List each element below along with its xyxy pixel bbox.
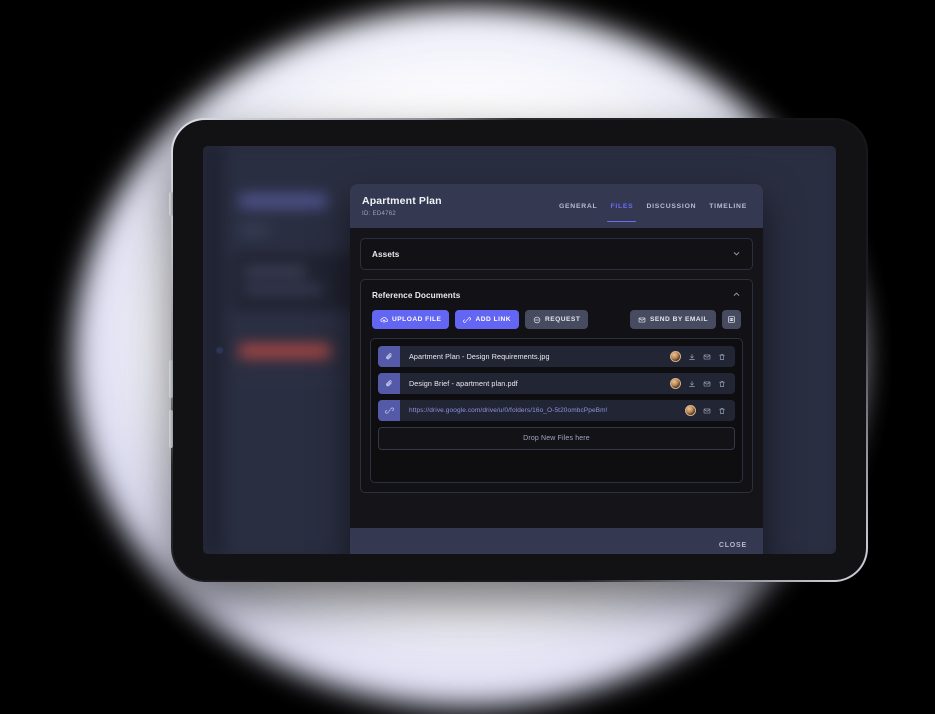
tablet-device: Apartment Plan ID: ED4762 GENERAL FILES … [169,118,868,582]
download-icon[interactable] [688,353,696,361]
record-id: ID: ED4762 [362,210,397,217]
tab-files[interactable]: FILES [607,184,637,228]
paperclip-icon [378,373,400,394]
row-actions [685,400,735,421]
tab-general[interactable]: GENERAL [559,184,597,228]
avatar[interactable] [670,351,681,362]
avatar[interactable] [685,405,696,416]
dialog-title-group: Apartment Plan ID: ED4762 [362,195,442,216]
file-name: Design Brief - apartment plan.pdf [409,379,518,388]
section-assets-title: Assets [372,249,400,259]
table-row[interactable]: Design Brief - apartment plan.pdf [378,373,735,394]
file-name: Apartment Plan - Design Requirements.jpg [409,352,550,361]
chevron-down-icon[interactable] [732,249,741,260]
send-by-email-button[interactable]: SEND BY EMAIL [629,310,716,329]
row-actions [670,373,735,394]
section-assets-header[interactable]: Assets [361,239,752,269]
tablet-volume-up-button [169,360,173,398]
tablet-power-button [169,192,173,216]
download-icon[interactable] [688,380,696,388]
envelope-icon[interactable] [703,380,711,388]
dialog-body: Assets Reference Documents UPLOAD FILE A… [350,228,763,528]
send-by-email-label: SEND BY EMAIL [649,316,708,323]
background-status-pill [239,344,331,358]
trash-icon[interactable] [718,353,726,361]
trash-icon[interactable] [718,380,726,388]
section-reference-documents-title: Reference Documents [372,290,461,300]
tab-timeline[interactable]: TIMELINE [709,184,747,228]
paperclip-icon [378,346,400,367]
avatar[interactable] [670,378,681,389]
close-button[interactable]: CLOSE [719,542,747,549]
dialog-header: Apartment Plan ID: ED4762 GENERAL FILES … [350,184,763,228]
envelope-icon[interactable] [703,407,711,415]
request-icon [533,316,541,324]
tablet-body: Apartment Plan ID: ED4762 GENERAL FILES … [169,120,866,580]
add-link-label: ADD LINK [475,316,511,323]
section-assets[interactable]: Assets [360,238,753,270]
tab-discussion[interactable]: DISCUSSION [646,184,696,228]
file-manager-dialog: Apartment Plan ID: ED4762 GENERAL FILES … [350,184,763,554]
file-link-url[interactable]: https://drive.google.com/drive/u/0/folde… [400,400,685,421]
background-text-line [239,226,269,234]
tablet-volume-down-button [169,410,173,448]
table-row[interactable]: Apartment Plan - Design Requirements.jpg [378,346,735,367]
page-title: Apartment Plan [362,195,442,208]
link-icon [378,400,400,421]
file-dropzone[interactable]: Drop New Files here [378,427,735,450]
file-list-area: Apartment Plan - Design Requirements.jpg [370,338,743,483]
envelope-icon [638,316,646,324]
archive-box-icon-button[interactable] [722,310,741,329]
row-actions [670,346,735,367]
section-reference-documents: Reference Documents UPLOAD FILE ADD LINK… [360,279,753,493]
tablet-screen: Apartment Plan ID: ED4762 GENERAL FILES … [203,146,836,554]
chevron-up-icon[interactable] [732,290,741,301]
add-link-button[interactable]: ADD LINK [455,310,519,329]
file-dropzone-label: Drop New Files here [523,435,590,442]
dialog-tabs: GENERAL FILES DISCUSSION TIMELINE [559,184,747,228]
upload-file-button[interactable]: UPLOAD FILE [372,310,450,329]
background-accent-pill [239,194,327,208]
upload-file-label: UPLOAD FILE [392,316,442,323]
table-row[interactable]: https://drive.google.com/drive/u/0/folde… [378,400,735,421]
archive-box-icon [727,315,736,324]
reference-documents-toolbar: UPLOAD FILE ADD LINK REQUEST SEND BY EMA… [361,310,752,338]
cloud-upload-icon [380,316,388,324]
trash-icon[interactable] [718,407,726,415]
background-text-line [243,268,307,275]
request-button[interactable]: REQUEST [524,310,589,329]
request-label: REQUEST [544,316,581,323]
envelope-icon[interactable] [703,353,711,361]
front-camera [217,348,222,353]
scene: Apartment Plan ID: ED4762 GENERAL FILES … [0,0,935,714]
section-reference-documents-header[interactable]: Reference Documents [361,280,752,310]
background-text-line [243,286,323,293]
link-icon [463,316,472,324]
dialog-footer: CLOSE [350,528,763,554]
